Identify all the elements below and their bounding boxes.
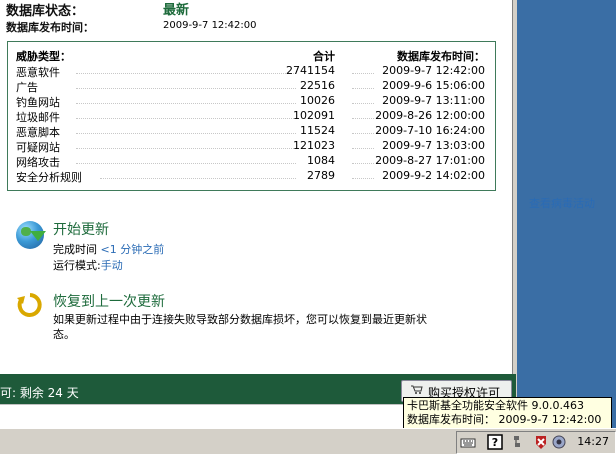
row-leader (76, 148, 296, 149)
help-icon[interactable]: ? (487, 434, 503, 450)
table-row: 安全分析规则 2789 2009-9-2 14:02:00 (16, 169, 487, 184)
threat-name: 可疑网站 (16, 141, 60, 154)
threat-date: 2009-9-6 15:06:00 (382, 79, 485, 92)
threat-name: 垃圾邮件 (16, 111, 60, 124)
threat-name: 广告 (16, 81, 38, 94)
db-release-label: 数据库发布时间： (6, 21, 94, 34)
threat-name: 网络攻击 (16, 156, 60, 169)
run-mode-label: 运行模式: (53, 259, 101, 272)
license-remaining-text: 可: 剩余 24 天 (0, 386, 79, 400)
header-total: 合计 (313, 50, 335, 63)
table-row: 钓鱼网站 10026 2009-9-7 13:11:00 (16, 94, 487, 109)
threat-date: 2009-9-7 13:03:00 (382, 139, 485, 152)
run-mode-row: 运行模式:手动 (53, 257, 123, 273)
taskbar-clock: 14:27 (577, 435, 609, 448)
db-status-label: 数据库状态： (6, 4, 85, 19)
threat-date: 2009-8-27 17:01:00 (375, 154, 485, 167)
table-row: 可疑网站 121023 2009-9-7 13:03:00 (16, 139, 487, 154)
table-row: 垃圾邮件 102091 2009-8-26 12:00:00 (16, 109, 487, 124)
run-mode-value[interactable]: 手动 (101, 259, 123, 272)
threat-date: 2009-9-2 14:02:00 (382, 169, 485, 182)
system-tray: ? 14:27 (456, 431, 616, 454)
threat-total: 1084 (307, 154, 335, 167)
row-leader (76, 88, 296, 89)
threat-total: 11524 (300, 124, 335, 137)
taskbar: ? 14:27 (0, 428, 616, 454)
table-row: 网络攻击 1084 2009-8-27 17:01:00 (16, 154, 487, 169)
tray-tooltip: 卡巴斯基全功能安全软件 9.0.0.463 数据库发布时间： 2009-9-7 … (403, 397, 612, 429)
threat-date: 2009-9-7 13:11:00 (382, 94, 485, 107)
threat-date: 2009-7-10 16:24:00 (375, 124, 485, 137)
svg-text:?: ? (492, 436, 498, 449)
kaspersky-icon[interactable] (533, 434, 549, 450)
view-virus-activity-link[interactable]: 查看病毒活动 (529, 195, 595, 211)
rollback-description-line2: 态。 (53, 328, 75, 341)
row-leader (352, 88, 374, 89)
rollback-description-line1: 如果更新过程中由于连接失败导致部分数据库损坏，您可以恢复到最近更新状 (53, 313, 427, 326)
threat-table: 威胁类型： 合计 数据库发布时间： 恶意软件 2741154 2009-9-7 … (7, 41, 496, 191)
rollback-link[interactable]: 恢复到上一次更新 (53, 291, 165, 311)
completed-time-label: 完成时间 (53, 243, 97, 256)
threat-total: 121023 (293, 139, 335, 152)
window-scrollbar-edge[interactable] (512, 0, 517, 428)
update-globe-icon[interactable] (16, 221, 46, 249)
threat-date: 2009-9-7 12:42:00 (382, 64, 485, 77)
row-leader (352, 148, 374, 149)
threat-total: 10026 (300, 94, 335, 107)
threat-name: 恶意软件 (16, 66, 60, 79)
row-leader (76, 163, 296, 164)
threat-date: 2009-8-26 12:00:00 (375, 109, 485, 122)
cart-icon (411, 385, 423, 394)
completed-time-row: 完成时间 <1 分钟之前 (53, 241, 164, 257)
row-leader (100, 178, 296, 179)
table-row: 广告 22516 2009-9-6 15:06:00 (16, 79, 487, 94)
tooltip-product-line: 卡巴斯基全功能安全软件 9.0.0.463 (407, 399, 584, 412)
row-leader (76, 118, 296, 119)
row-leader (352, 103, 374, 104)
threat-total: 102091 (293, 109, 335, 122)
header-release: 数据库发布时间： (397, 50, 485, 63)
row-leader (352, 163, 374, 164)
db-release-row: 数据库发布时间： 2009-9-7 12:42:00 (6, 19, 506, 36)
threat-total: 2741154 (286, 64, 335, 77)
download-arrow-shape (30, 231, 46, 241)
start-update-link[interactable]: 开始更新 (53, 219, 109, 239)
threat-name: 安全分析规则 (16, 171, 82, 184)
keyboard-icon[interactable] (460, 434, 476, 450)
threat-total: 2789 (307, 169, 335, 182)
db-release-value: 2009-9-7 12:42:00 (163, 20, 257, 31)
desktop-background (516, 0, 616, 428)
speaker-icon[interactable] (551, 434, 567, 450)
row-leader (352, 178, 374, 179)
rollback-section: 恢复到上一次更新 如果更新过程中由于连接失败导致部分数据库损坏，您可以恢复到最近… (16, 291, 496, 341)
db-status-row: 数据库状态： 最新 (6, 2, 506, 19)
tooltip-release-line: 数据库发布时间： 2009-9-7 12:42:00 (407, 413, 602, 426)
table-row: 恶意脚本 11524 2009-7-10 16:24:00 (16, 124, 487, 139)
header-threat-type: 威胁类型： (16, 50, 71, 63)
database-status-panel: 数据库状态： 最新 数据库发布时间： 2009-9-7 12:42:00 (6, 2, 506, 36)
completed-time-value[interactable]: <1 分钟之前 (101, 243, 165, 256)
threat-table-header: 威胁类型： 合计 数据库发布时间： (16, 48, 487, 63)
table-row: 恶意软件 2741154 2009-9-7 12:42:00 (16, 64, 487, 79)
threat-name: 恶意脚本 (16, 126, 60, 139)
row-leader (76, 73, 296, 74)
row-leader (352, 73, 374, 74)
rollback-icon[interactable] (16, 291, 44, 319)
row-leader (76, 133, 296, 134)
threat-name: 钓鱼网站 (16, 96, 60, 109)
start-update-section: 开始更新 完成时间 <1 分钟之前 运行模式:手动 (16, 217, 496, 273)
db-status-value: 最新 (163, 3, 190, 18)
threat-total: 22516 (300, 79, 335, 92)
row-leader (352, 133, 374, 134)
row-leader (352, 118, 374, 119)
network-icon[interactable] (509, 434, 525, 450)
row-leader (76, 103, 296, 104)
